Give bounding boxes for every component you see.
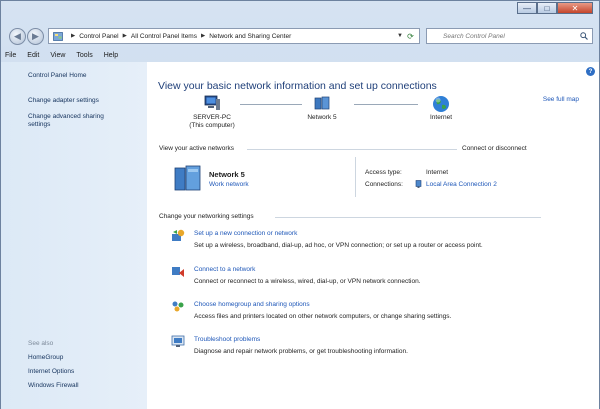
minimize-button[interactable]: — <box>517 2 537 14</box>
computer-subtitle: (This computer) <box>189 122 235 129</box>
change-settings-label: Change your networking settings <box>159 213 254 220</box>
breadcrumb-all-items[interactable]: All Control Panel Items <box>131 33 197 40</box>
map-node-internet: Internet <box>419 95 463 122</box>
access-type-value: Internet <box>426 169 449 176</box>
map-node-computer: SERVER-PC (This computer) <box>187 95 237 130</box>
divider <box>275 217 541 218</box>
search-box[interactable] <box>426 28 593 44</box>
breadcrumb-separator-icon: ▶ <box>71 33 76 39</box>
close-button[interactable]: ✕ <box>557 2 593 14</box>
forward-button[interactable]: ▶ <box>27 28 44 45</box>
see-also-heading: See also <box>28 340 54 347</box>
back-button[interactable]: ◀ <box>9 28 26 45</box>
connection-link[interactable]: Local Area Connection 2 <box>426 181 497 188</box>
window-controls: — □ ✕ <box>517 2 593 14</box>
see-also-homegroup[interactable]: HomeGroup <box>28 354 63 362</box>
address-row: ◀ ▶ ▶ Control Panel ▶ All Control Panel … <box>1 25 599 48</box>
chevron-down-icon[interactable]: ▼ <box>397 33 403 39</box>
sidebar-item-change-advanced-sharing[interactable]: Change advanced sharing settings <box>28 113 128 129</box>
network-name: Network 5 <box>307 114 337 121</box>
breadcrumb-separator-icon: ▶ <box>200 33 206 39</box>
control-panel-icon <box>53 31 63 41</box>
task-troubleshoot-link[interactable]: Troubleshoot problems <box>194 336 260 343</box>
active-networks-label: View your active networks <box>159 145 235 152</box>
computer-icon <box>204 95 220 110</box>
globe-icon <box>433 96 449 112</box>
maximize-button[interactable]: □ <box>537 2 557 14</box>
search-input[interactable] <box>443 32 573 40</box>
menu-edit[interactable]: Edit <box>27 52 39 59</box>
task-setup-connection-desc: Set up a wireless, broadband, dial-up, a… <box>194 242 483 249</box>
divider <box>247 149 457 150</box>
breadcrumb-separator-icon: ▶ <box>122 33 127 39</box>
sidebar: Control Panel Home Change adapter settin… <box>1 62 147 409</box>
task-connect-network-desc: Connect or reconnect to a wireless, wire… <box>194 278 421 285</box>
network-type-link[interactable]: Work network <box>209 181 249 188</box>
access-type-label: Access type: <box>365 169 402 176</box>
network-adapter-icon <box>415 180 422 188</box>
connections-label: Connections: <box>365 181 403 188</box>
troubleshoot-icon <box>171 335 185 347</box>
menu-view[interactable]: View <box>50 52 65 59</box>
internet-label: Internet <box>429 114 453 121</box>
new-connection-icon <box>172 229 185 241</box>
menu-file[interactable]: File <box>5 52 16 59</box>
connect-network-icon <box>172 267 184 277</box>
network-bench-icon <box>174 165 201 191</box>
map-connector <box>354 104 418 105</box>
divider <box>355 157 356 197</box>
menu-tools[interactable]: Tools <box>76 52 92 59</box>
breadcrumb-network-sharing[interactable]: Network and Sharing Center <box>209 33 291 40</box>
search-icon[interactable] <box>580 32 588 42</box>
title-bar: — □ ✕ <box>1 1 599 25</box>
help-icon[interactable]: ? <box>586 67 595 76</box>
page-title: View your basic network information and … <box>158 80 437 92</box>
task-setup-connection-link[interactable]: Set up a new connection or network <box>194 230 297 237</box>
computer-name: SERVER-PC <box>193 114 231 121</box>
task-connect-network-link[interactable]: Connect to a network <box>194 266 255 273</box>
active-network-name: Network 5 <box>209 170 245 179</box>
forward-arrow-icon: ▶ <box>32 31 39 41</box>
window: — □ ✕ ◀ ▶ ▶ Control Panel ▶ All Control … <box>0 0 600 409</box>
homegroup-icon <box>172 301 184 312</box>
task-troubleshoot-desc: Diagnose and repair network problems, or… <box>194 348 408 355</box>
see-also-internet-options[interactable]: Internet Options <box>28 368 74 376</box>
menu-help[interactable]: Help <box>104 52 118 59</box>
sidebar-item-change-adapter-settings[interactable]: Change adapter settings <box>28 97 99 105</box>
refresh-icon[interactable]: ⟳ <box>404 30 417 42</box>
see-full-map-link[interactable]: See full map <box>543 96 579 103</box>
connect-disconnect-link[interactable]: Connect or disconnect <box>462 145 527 152</box>
see-also-windows-firewall[interactable]: Windows Firewall <box>28 382 79 390</box>
sidebar-item-control-panel-home[interactable]: Control Panel Home <box>28 72 87 80</box>
back-arrow-icon: ◀ <box>14 31 21 41</box>
address-bar[interactable]: ▶ Control Panel ▶ All Control Panel Item… <box>48 28 420 44</box>
map-connector <box>240 104 302 105</box>
network-icon <box>314 96 330 110</box>
menu-bar: File Edit View Tools Help <box>1 48 599 62</box>
task-homegroup-link[interactable]: Choose homegroup and sharing options <box>194 301 310 308</box>
task-homegroup-desc: Access files and printers located on oth… <box>194 313 452 320</box>
breadcrumb-control-panel[interactable]: Control Panel <box>79 33 118 40</box>
main-content: ? View your basic network information an… <box>147 62 599 409</box>
map-node-network[interactable]: Network 5 <box>302 95 342 122</box>
